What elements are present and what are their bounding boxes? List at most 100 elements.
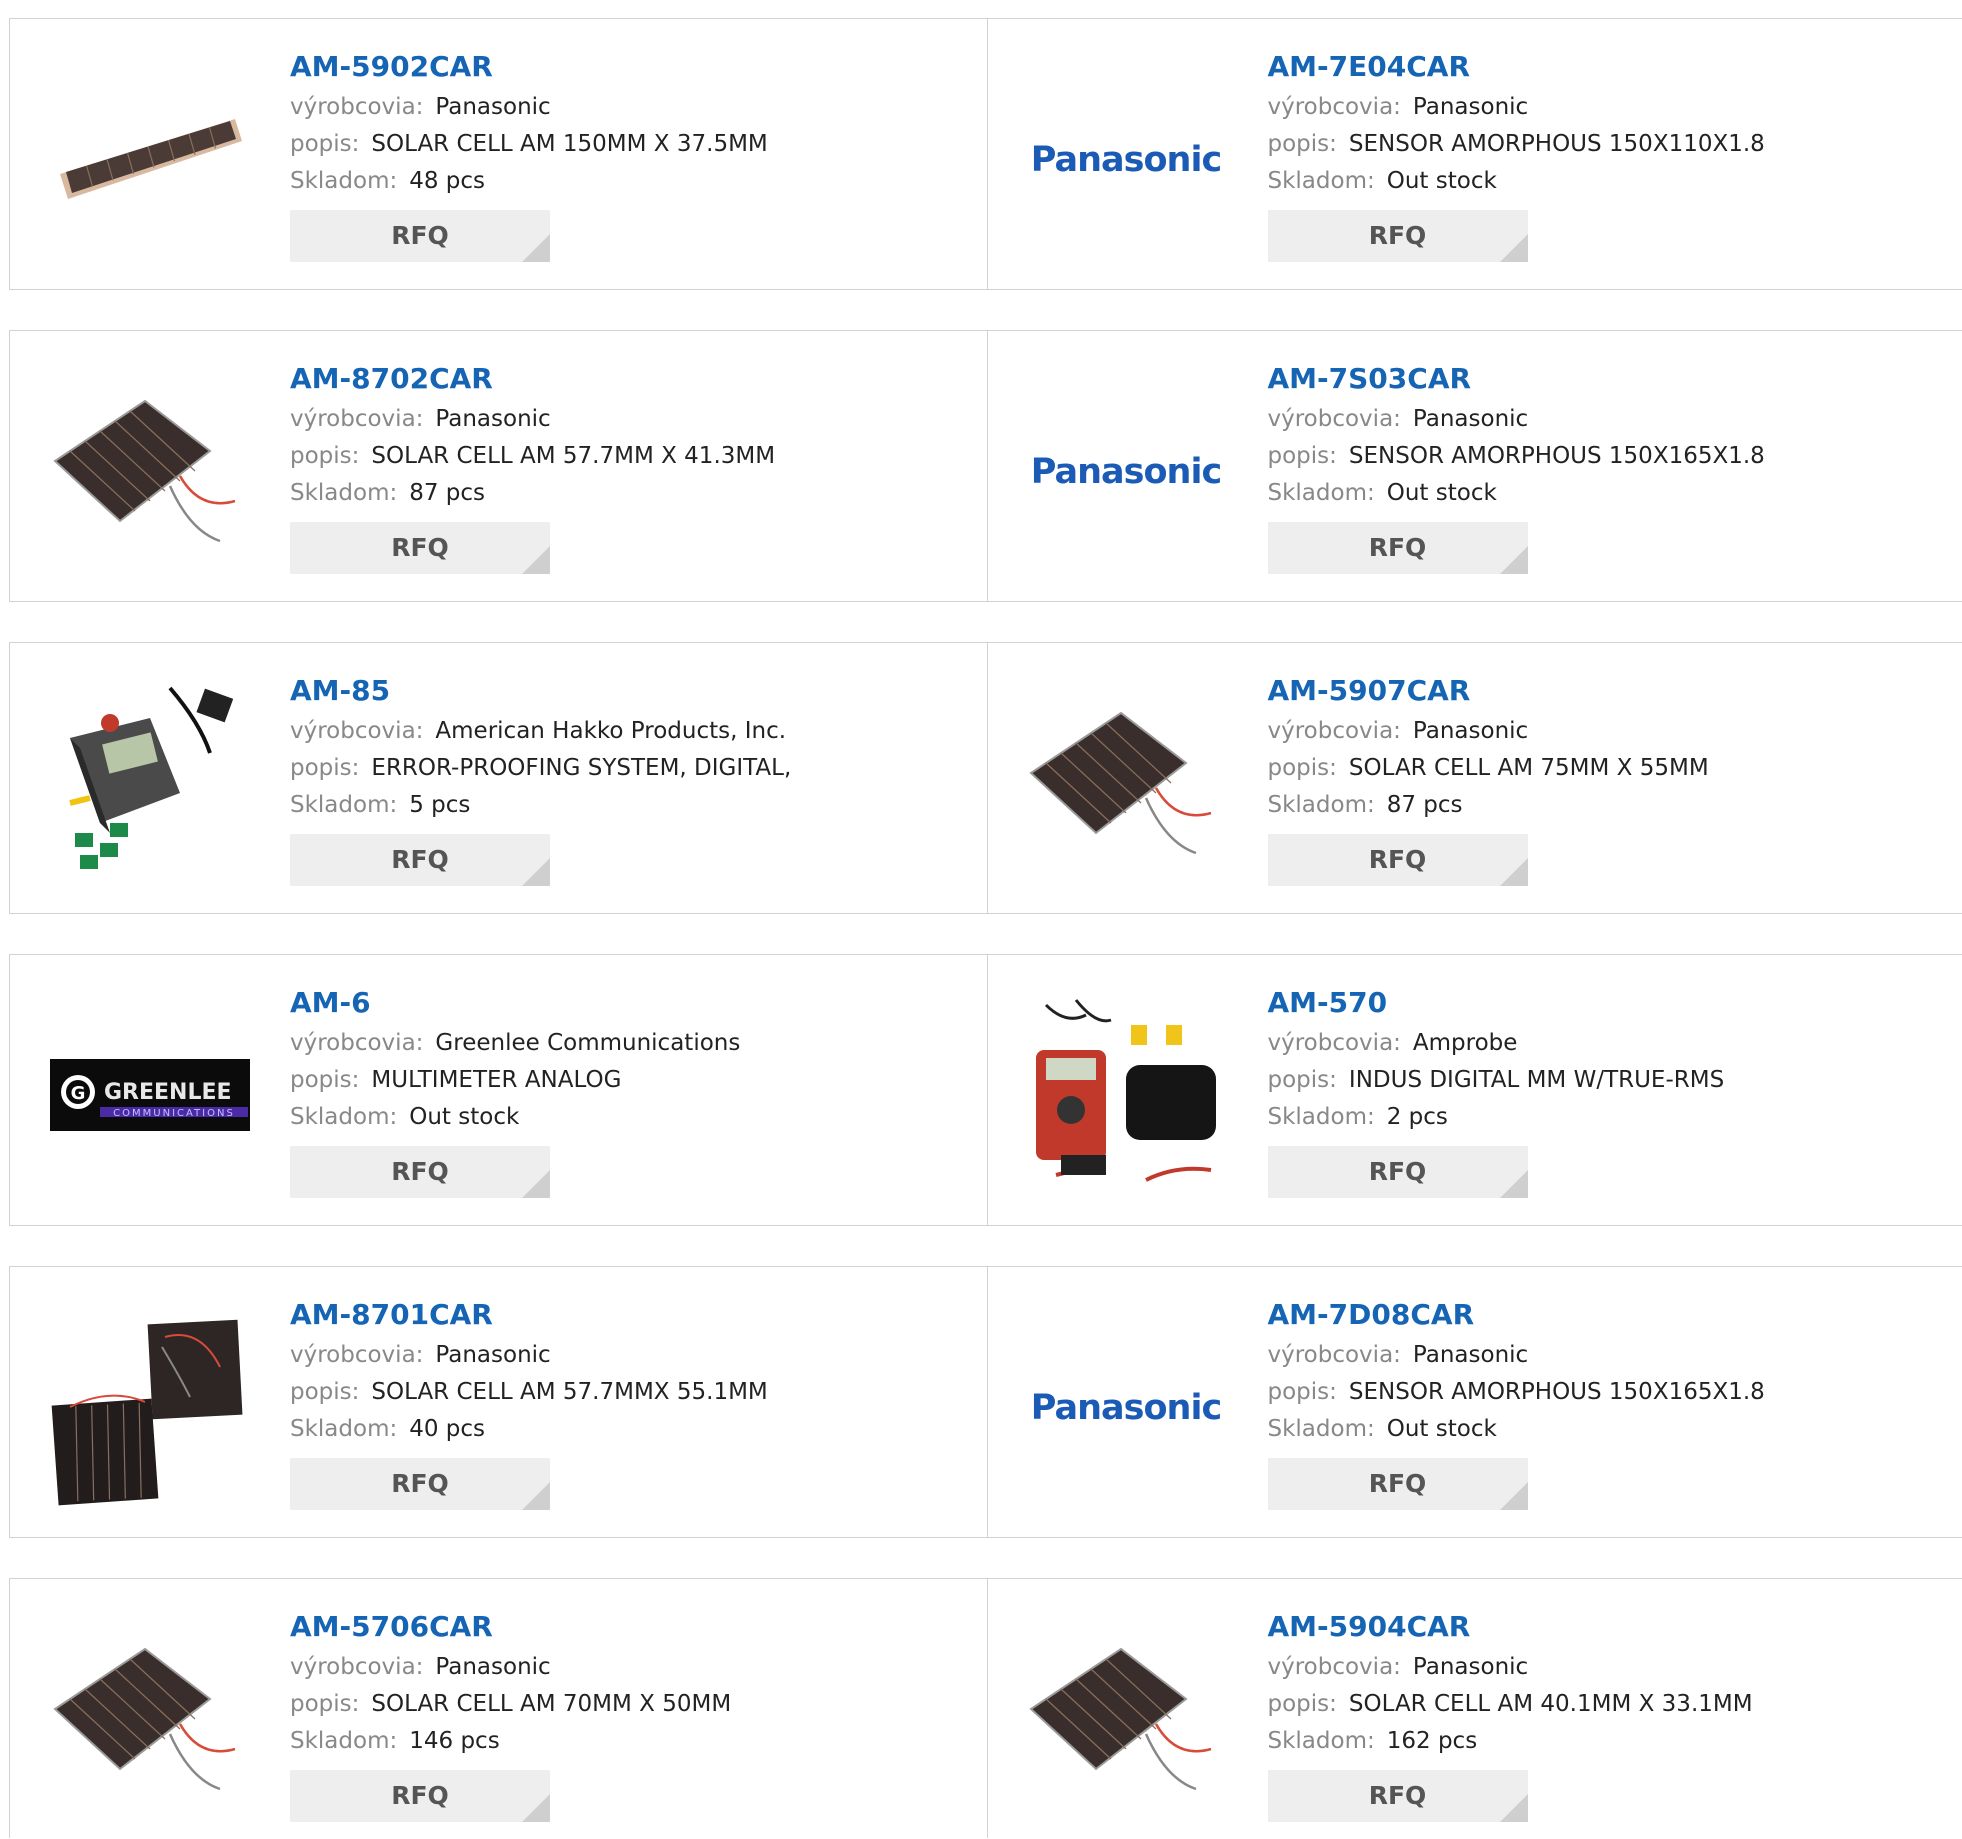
product-row: AM-8701CAR výrobcovia: Panasonic popis: SO… <box>9 1266 1962 1538</box>
stock-value: Out stock <box>409 1104 520 1130</box>
manufacturer-value: Amprobe <box>1412 1030 1518 1056</box>
rfq-button[interactable]: RFQ <box>290 1770 550 1822</box>
solar-cell-wired-image <box>53 399 236 543</box>
part-number-link[interactable]: AM-8702CAR <box>290 359 775 399</box>
stock-line: Skladom: 2 pcs <box>1268 1099 1725 1136</box>
product-image[interactable]: Panasonic <box>1026 371 1226 571</box>
stock-value: 87 pcs <box>409 480 486 506</box>
rfq-button[interactable]: RFQ <box>1267 834 1528 886</box>
product-info: AM-8702CAR výrobcovia: Panasonic popis: SO… <box>290 359 775 574</box>
manufacturer-label: výrobcovia: <box>1267 406 1401 432</box>
stock-label: Skladom: <box>290 480 398 506</box>
description-value: SOLAR CELL AM 150MM X 37.5MM <box>371 131 768 157</box>
manufacturer-value: Panasonic <box>435 1342 551 1368</box>
stock-label: Skladom: <box>1267 1728 1375 1754</box>
product-image[interactable] <box>50 59 250 259</box>
description-line: popis: SOLAR CELL AM 75MM X 55MM <box>1268 750 1709 787</box>
stock-line: Skladom: Out stock <box>1268 163 1765 200</box>
description-label: popis: <box>290 443 360 469</box>
product-image[interactable] <box>1026 995 1226 1195</box>
manufacturer-line: výrobcovia: Panasonic <box>290 1649 731 1686</box>
manufacturer-value: Panasonic <box>435 406 551 432</box>
manufacturer-label: výrobcovia: <box>1267 94 1401 120</box>
product-info: AM-7E04CAR výrobcovia: Panasonic popis: SE… <box>1267 47 1765 262</box>
stock-label: Skladom: <box>290 1416 398 1442</box>
description-value: MULTIMETER ANALOG <box>371 1067 622 1093</box>
part-number-link[interactable]: AM-5706CAR <box>290 1607 731 1647</box>
rfq-button[interactable]: RFQ <box>290 210 550 262</box>
rfq-button[interactable]: RFQ <box>290 834 550 886</box>
product-image[interactable]: Panasonic <box>1026 59 1226 259</box>
stock-line: Skladom: 87 pcs <box>1268 787 1709 824</box>
description-label: popis: <box>1267 1691 1337 1717</box>
description-value: SOLAR CELL AM 57.7MMX 55.1MM <box>371 1379 768 1405</box>
rfq-button[interactable]: RFQ <box>1267 1458 1528 1510</box>
description-value: SENSOR AMORPHOUS 150X165X1.8 <box>1348 443 1765 469</box>
manufacturer-value: Panasonic <box>1412 94 1529 120</box>
product-card: AM-5904CAR výrobcovia: Panasonic popis: SO… <box>986 1579 1962 1838</box>
product-image[interactable] <box>50 371 250 571</box>
product-info: AM-570 výrobcovia: Amprobe popis: INDUS DI… <box>1267 983 1725 1198</box>
svg-text:Panasonic: Panasonic <box>1030 452 1220 492</box>
part-number-link[interactable]: AM-8701CAR <box>290 1295 768 1335</box>
hakko-device-image <box>69 686 234 869</box>
description-label: popis: <box>290 1691 360 1717</box>
product-image[interactable] <box>1026 1619 1226 1819</box>
part-number-link[interactable]: AM-5904CAR <box>1268 1607 1753 1647</box>
svg-text:Panasonic: Panasonic <box>1030 1388 1220 1428</box>
product-info: AM-5904CAR výrobcovia: Panasonic popis: SO… <box>1267 1607 1753 1822</box>
part-number-link[interactable]: AM-570 <box>1268 983 1725 1023</box>
manufacturer-label: výrobcovia: <box>290 406 424 432</box>
rfq-button[interactable]: RFQ <box>290 1458 550 1510</box>
manufacturer-line: výrobcovia: Greenlee Communications <box>290 1025 740 1062</box>
panasonic-logo: Panasonic <box>1030 1388 1221 1428</box>
part-number-link[interactable]: AM-7D08CAR <box>1268 1295 1765 1335</box>
part-number-link[interactable]: AM-6 <box>290 983 740 1023</box>
rfq-button[interactable]: RFQ <box>1267 210 1528 262</box>
stock-value: Out stock <box>1386 1416 1497 1442</box>
stock-line: Skladom: 40 pcs <box>290 1411 768 1448</box>
part-number-link[interactable]: AM-7E04CAR <box>1268 47 1765 87</box>
product-card: AM-8702CAR výrobcovia: Panasonic popis: SO… <box>10 331 987 601</box>
rfq-button[interactable]: RFQ <box>1267 1146 1528 1198</box>
manufacturer-value: Panasonic <box>1412 1342 1529 1368</box>
rfq-button[interactable]: RFQ <box>1267 522 1528 574</box>
product-card: AM-5902CAR výrobcovia: Panasonic popis: SO… <box>10 19 987 289</box>
rfq-button[interactable]: RFQ <box>290 522 550 574</box>
manufacturer-line: výrobcovia: Panasonic <box>1268 1337 1765 1374</box>
solar-cell-wired-image <box>1028 711 1211 855</box>
product-row: G GREENLEE COMMUNICATIONS AM-6 výrobcovi… <box>9 954 1962 1226</box>
part-number-link[interactable]: AM-5902CAR <box>290 47 768 87</box>
manufacturer-line: výrobcovia: Panasonic <box>290 89 768 126</box>
svg-text:Panasonic: Panasonic <box>1030 140 1220 180</box>
solar-cell-wired-image <box>53 1647 236 1791</box>
solar-cell-pair-image <box>51 1319 243 1506</box>
product-row: AM-85 výrobcovia: American Hakko Products… <box>9 642 1962 914</box>
product-image[interactable] <box>50 683 250 883</box>
stock-value: 5 pcs <box>409 792 471 818</box>
stock-value: 146 pcs <box>409 1728 500 1754</box>
description-line: popis: SENSOR AMORPHOUS 150X165X1.8 <box>1268 438 1765 475</box>
product-image[interactable]: Panasonic <box>1026 1307 1226 1507</box>
solar-cell-wired-image <box>1028 1647 1211 1791</box>
product-image[interactable] <box>50 1307 250 1507</box>
part-number-link[interactable]: AM-5907CAR <box>1268 671 1709 711</box>
rfq-button[interactable]: RFQ <box>1267 1770 1528 1822</box>
manufacturer-label: výrobcovia: <box>290 1342 424 1368</box>
description-line: popis: INDUS DIGITAL MM W/TRUE-RMS <box>1268 1062 1725 1099</box>
part-number-link[interactable]: AM-85 <box>290 671 791 711</box>
rfq-button[interactable]: RFQ <box>290 1146 550 1198</box>
product-image[interactable] <box>1026 683 1226 883</box>
stock-value: 87 pcs <box>1386 792 1463 818</box>
description-value: SENSOR AMORPHOUS 150X110X1.8 <box>1348 131 1765 157</box>
manufacturer-line: výrobcovia: American Hakko Products, Inc. <box>290 713 791 750</box>
product-image[interactable] <box>50 1619 250 1819</box>
description-line: popis: SOLAR CELL AM 57.7MM X 41.3MM <box>290 438 775 475</box>
product-image[interactable]: G GREENLEE COMMUNICATIONS <box>50 995 250 1195</box>
stock-label: Skladom: <box>1267 1416 1375 1442</box>
product-info: AM-6 výrobcovia: Greenlee Communications … <box>290 983 740 1198</box>
multimeter-kit-image <box>1035 999 1216 1182</box>
stock-label: Skladom: <box>290 1728 398 1754</box>
part-number-link[interactable]: AM-7S03CAR <box>1268 359 1765 399</box>
stock-value: Out stock <box>1386 168 1497 194</box>
